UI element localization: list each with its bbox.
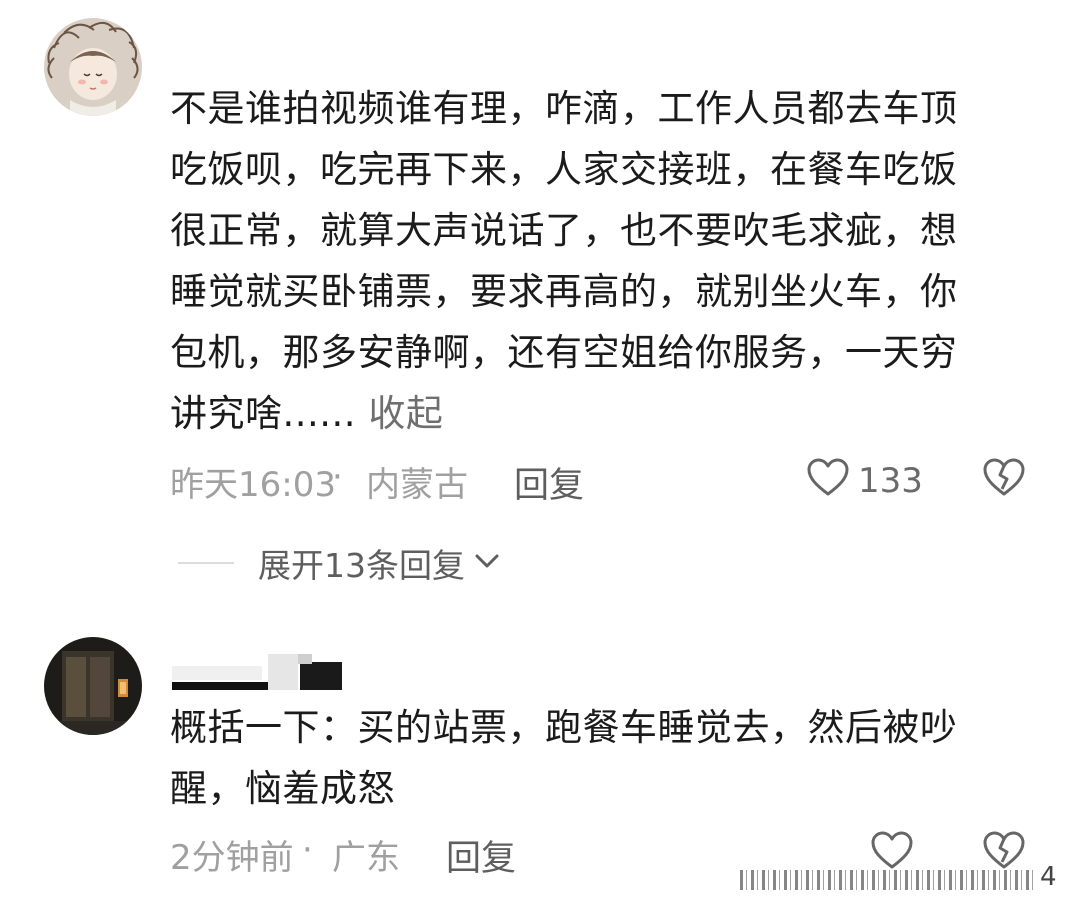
expand-replies-label: 展开13条回复 xyxy=(258,546,465,585)
comment-location: 广东 xyxy=(332,838,400,878)
avatar[interactable] xyxy=(44,18,142,116)
comment-line: 醒，恼羞成怒 xyxy=(170,767,395,810)
comment-line: 包机，那多安静啊，还有空姐给你服务，一天穷 xyxy=(170,331,958,374)
comment-item: 不是谁拍视频谁有理，咋滴，工作人员都去车顶 吃饭呗，吃完再下来，人家交接班，在餐… xyxy=(0,0,1080,600)
heart-icon xyxy=(806,457,850,506)
watermark-strip xyxy=(740,870,1036,890)
broken-heart-icon xyxy=(982,457,1026,506)
chevron-down-icon xyxy=(473,551,501,575)
comment-location: 内蒙古 xyxy=(366,465,468,505)
divider-line xyxy=(178,562,234,564)
comment-meta: 昨天16:03 · 内蒙古 回复 133 xyxy=(170,457,1050,508)
comment-line: 睡觉就买卧铺票，要求再高的，就别坐火车，你 xyxy=(170,270,958,313)
comment-time: 昨天16:03 xyxy=(170,465,336,505)
cartoon-girl-avatar-icon xyxy=(44,18,142,116)
like-button[interactable]: 133 xyxy=(806,457,923,505)
dark-doorway-avatar-icon xyxy=(44,637,142,735)
collapse-link[interactable]: 收起 xyxy=(368,392,443,435)
reply-button[interactable]: 回复 xyxy=(514,457,584,508)
comment-line: 很正常，就算大声说话了，也不要吹毛求疵，想 xyxy=(170,209,958,252)
expand-replies-button[interactable]: 展开13条回复 xyxy=(178,540,501,586)
comment-line: 概括一下：买的站票，跑餐车睡觉去，然后被吵 xyxy=(170,706,958,749)
dislike-button[interactable] xyxy=(982,457,1026,505)
meta-separator: · xyxy=(332,457,343,497)
reply-button[interactable]: 回复 xyxy=(446,830,516,881)
meta-separator: · xyxy=(302,830,313,870)
comment-text: 不是谁拍视频谁有理，咋滴，工作人员都去车顶 吃饭呗，吃完再下来，人家交接班，在餐… xyxy=(170,78,1040,444)
comment-time: 2分钟前 xyxy=(170,838,294,878)
trailing-mark: 4 xyxy=(1040,862,1057,892)
comment-item: 概括一下：买的站票，跑餐车睡觉去，然后被吵 醒，恼羞成怒 2分钟前 · 广东 回… xyxy=(0,630,1080,924)
avatar[interactable] xyxy=(44,637,142,735)
comment-text: 概括一下：买的站票，跑餐车睡觉去，然后被吵 醒，恼羞成怒 xyxy=(170,697,1040,819)
like-count: 133 xyxy=(858,461,923,501)
comment-line: 讲究啥...... xyxy=(170,392,357,435)
comment-line: 吃饭呗，吃完再下来，人家交接班，在餐车吃饭 xyxy=(170,148,958,191)
comment-line: 不是谁拍视频谁有理，咋滴，工作人员都去车顶 xyxy=(170,87,958,130)
username-redacted xyxy=(172,648,342,696)
